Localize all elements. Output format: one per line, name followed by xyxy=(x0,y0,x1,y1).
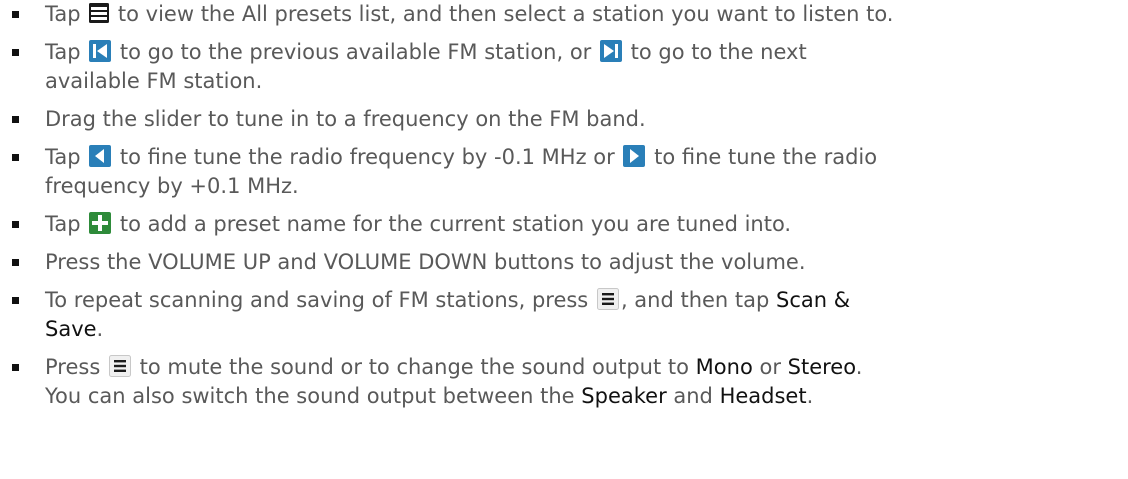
instruction-text: to mute the sound or to change the sound… xyxy=(132,355,696,379)
add-preset-icon xyxy=(89,212,112,234)
keyword-text: Mono xyxy=(695,355,753,379)
instruction-text: Tap xyxy=(45,212,88,236)
bullet-marker xyxy=(12,297,19,304)
instruction-text: , and then tap xyxy=(620,288,777,312)
instruction-text: Tap xyxy=(45,40,88,64)
next-station-icon xyxy=(600,40,622,62)
instruction-text: Press the VOLUME UP and VOLUME DOWN butt… xyxy=(45,250,806,274)
instruction-text: to fine tune the radio xyxy=(647,145,878,169)
instruction-text: to go to the previous available FM stati… xyxy=(113,40,598,64)
bullet-marker xyxy=(12,364,19,371)
bullet-marker xyxy=(12,49,19,56)
instruction-text: to view the All presets list, and then s… xyxy=(111,2,894,26)
list-item: To repeat scanning and saving of FM stat… xyxy=(0,286,1128,344)
instruction-text: or xyxy=(752,355,788,379)
menu-key-icon xyxy=(108,355,131,377)
instruction-text: To repeat scanning and saving of FM stat… xyxy=(45,288,595,312)
previous-station-icon xyxy=(89,40,112,62)
bullet-marker xyxy=(12,259,19,266)
instruction-text: available FM station. xyxy=(45,69,263,93)
instruction-text: to fine tune the radio frequency by -0.1… xyxy=(113,145,622,169)
instruction-text: . xyxy=(806,384,814,408)
instruction-text: Press xyxy=(45,355,107,379)
fine-tune-down-icon xyxy=(89,145,112,167)
list-item: Tap to view the All presets list, and th… xyxy=(0,0,1128,29)
instruction-text: to add a preset name for the current sta… xyxy=(113,212,792,236)
instruction-text: . xyxy=(96,317,104,341)
keyword-text: Headset xyxy=(719,384,807,408)
list-item: Drag the slider to tune in to a frequenc… xyxy=(0,105,1128,134)
keyword-text: Speaker xyxy=(581,384,667,408)
keyword-text: Scan & xyxy=(776,288,851,312)
bullet-marker xyxy=(12,11,19,18)
instruction-text: frequency by +0.1 MHz. xyxy=(45,174,299,198)
instruction-text: You can also switch the sound output bet… xyxy=(45,384,582,408)
instruction-text: Drag the slider to tune in to a frequenc… xyxy=(45,107,646,131)
list-item: Tap to fine tune the radio frequency by … xyxy=(0,143,1128,201)
bullet-marker xyxy=(12,221,19,228)
instruction-text: Tap xyxy=(45,145,88,169)
instruction-text: Tap xyxy=(45,2,88,26)
menu-key-icon xyxy=(596,288,619,310)
keyword-text: Stereo xyxy=(787,355,856,379)
instruction-list: Tap to view the All presets list, and th… xyxy=(0,0,1128,420)
bullet-marker xyxy=(12,116,19,123)
instruction-text: and xyxy=(666,384,720,408)
list-item: Tap to go to the previous available FM s… xyxy=(0,38,1128,96)
bullet-marker xyxy=(12,154,19,161)
list-item: Press to mute the sound or to change the… xyxy=(0,353,1128,411)
list-item: Tap to add a preset name for the current… xyxy=(0,210,1128,239)
keyword-text: Save xyxy=(45,317,97,341)
list-icon xyxy=(89,2,110,24)
list-item: Press the VOLUME UP and VOLUME DOWN butt… xyxy=(0,248,1128,277)
instruction-text: . xyxy=(855,355,863,379)
fine-tune-up-icon xyxy=(623,145,646,167)
instruction-text: to go to the next xyxy=(624,40,807,64)
